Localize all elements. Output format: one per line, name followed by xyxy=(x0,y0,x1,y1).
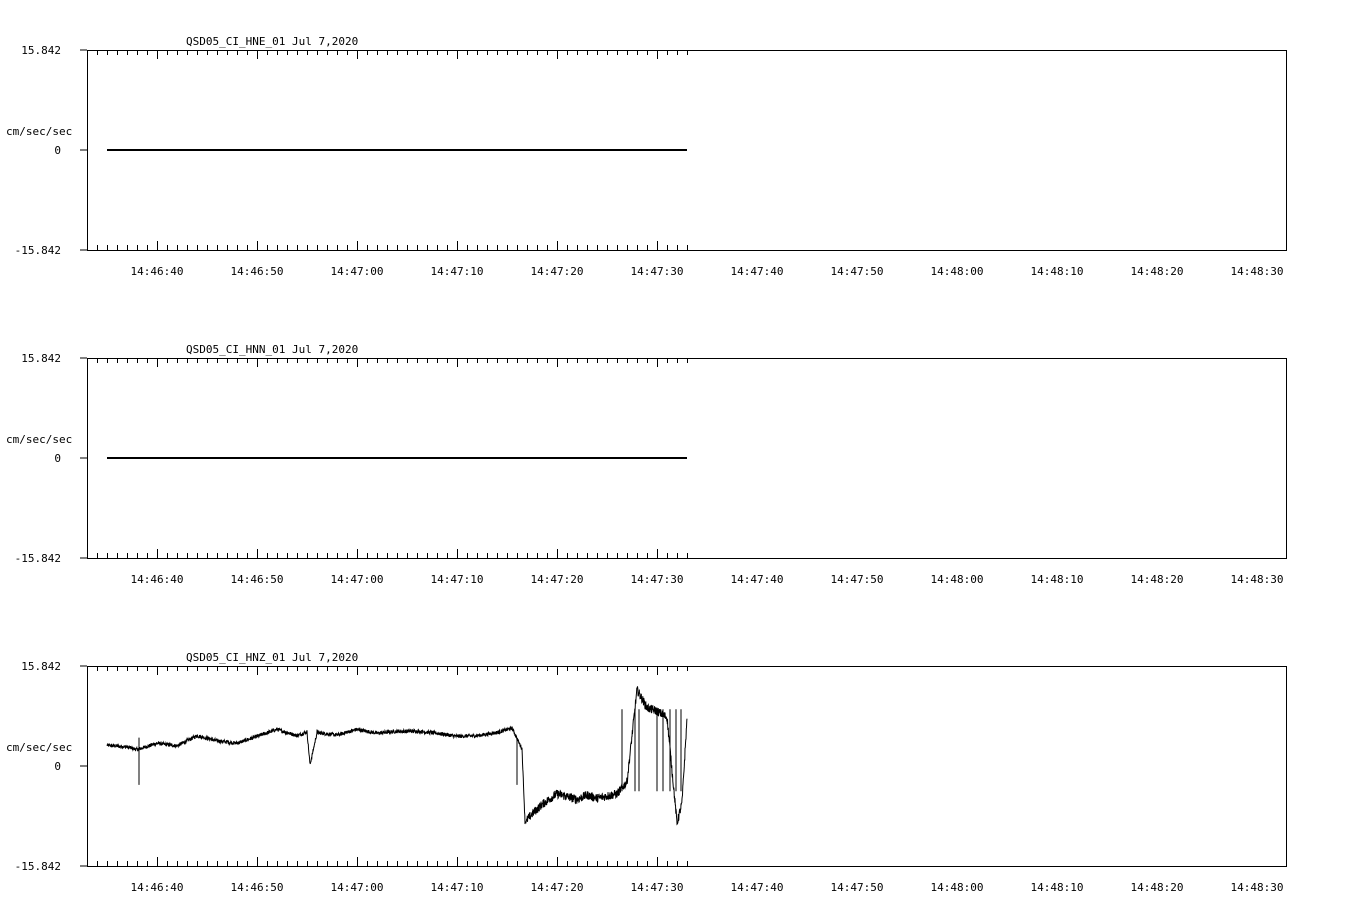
panel-title: QSD05_CI_HNE_01 Jul 7,2020 xyxy=(186,35,358,48)
x-tick-label: 14:47:50 xyxy=(831,881,884,894)
x-tick-label: 14:47:20 xyxy=(531,265,584,278)
x-tick-label: 14:47:20 xyxy=(531,573,584,586)
x-tick-label: 14:46:40 xyxy=(131,573,184,586)
x-tick-label: 14:47:00 xyxy=(331,573,384,586)
y-tick-label: 15.842 xyxy=(21,352,61,365)
x-tick-label: 14:47:20 xyxy=(531,881,584,894)
seismogram-panel-2: QSD05_CI_HNN_01 Jul 7,2020 15.842 0 -15.842… xyxy=(6,343,1287,586)
plot-frame xyxy=(87,666,1287,867)
x-tick-label: 14:47:10 xyxy=(431,881,484,894)
x-tick-label: 14:48:20 xyxy=(1131,265,1184,278)
x-tick-label: 14:48:20 xyxy=(1131,573,1184,586)
x-tick-label: 14:48:10 xyxy=(1031,573,1084,586)
trace-line xyxy=(106,686,688,826)
x-tick-label: 14:47:30 xyxy=(631,573,684,586)
y-tick-label: 15.842 xyxy=(21,660,61,673)
x-tick-label: 14:47:00 xyxy=(331,265,384,278)
y-tick-label: 0 xyxy=(54,760,61,773)
x-tick-label: 14:47:40 xyxy=(731,265,784,278)
x-tick-label: 14:46:50 xyxy=(231,573,284,586)
y-tick-label: -15.842 xyxy=(15,860,61,873)
y-tick-label: -15.842 xyxy=(15,244,61,257)
y-axis-label: cm/sec/sec xyxy=(6,433,72,446)
y-axis-label: cm/sec/sec xyxy=(6,741,72,754)
x-tick-label: 14:47:40 xyxy=(731,881,784,894)
seismogram-panel-3: QSD05_CI_HNZ_01 Jul 7,2020 15.842 0 -15.842… xyxy=(6,651,1287,894)
x-tick-label: 14:48:10 xyxy=(1031,265,1084,278)
y-tick-label: 15.842 xyxy=(21,44,61,57)
panel-title: QSD05_CI_HNN_01 Jul 7,2020 xyxy=(186,343,358,356)
x-tick-label: 14:46:40 xyxy=(131,265,184,278)
x-tick-label: 14:46:50 xyxy=(231,881,284,894)
x-tick-label: 14:48:30 xyxy=(1231,265,1284,278)
x-tick-label: 14:47:10 xyxy=(431,573,484,586)
x-tick-label: 14:47:50 xyxy=(831,573,884,586)
x-tick-label: 14:48:00 xyxy=(931,265,984,278)
seismogram-figure: QSD05_CI_HNE_01 Jul 7,2020 15.842 0 -15.842… xyxy=(6,35,1287,894)
panel-title: QSD05_CI_HNZ_01 Jul 7,2020 xyxy=(186,651,358,664)
x-tick-label: 14:46:40 xyxy=(131,881,184,894)
x-tick-label: 14:47:50 xyxy=(831,265,884,278)
x-tick-label: 14:47:30 xyxy=(631,265,684,278)
x-tick-label: 14:48:20 xyxy=(1131,881,1184,894)
x-tick-label: 14:47:30 xyxy=(631,881,684,894)
x-tick-label: 14:47:10 xyxy=(431,265,484,278)
y-tick-label: 0 xyxy=(54,452,61,465)
y-axis-label: cm/sec/sec xyxy=(6,125,72,138)
x-tick-label: 14:48:00 xyxy=(931,573,984,586)
y-tick-label: 0 xyxy=(54,144,61,157)
y-tick-label: -15.842 xyxy=(15,552,61,565)
x-tick-label: 14:47:00 xyxy=(331,881,384,894)
x-tick-label: 14:46:50 xyxy=(231,265,284,278)
x-tick-label: 14:48:00 xyxy=(931,881,984,894)
x-tick-label: 14:48:30 xyxy=(1231,881,1284,894)
x-tick-label: 14:47:40 xyxy=(731,573,784,586)
x-tick-label: 14:48:10 xyxy=(1031,881,1084,894)
x-tick-label: 14:48:30 xyxy=(1231,573,1284,586)
seismogram-panel-1: QSD05_CI_HNE_01 Jul 7,2020 15.842 0 -15.842… xyxy=(6,35,1287,278)
